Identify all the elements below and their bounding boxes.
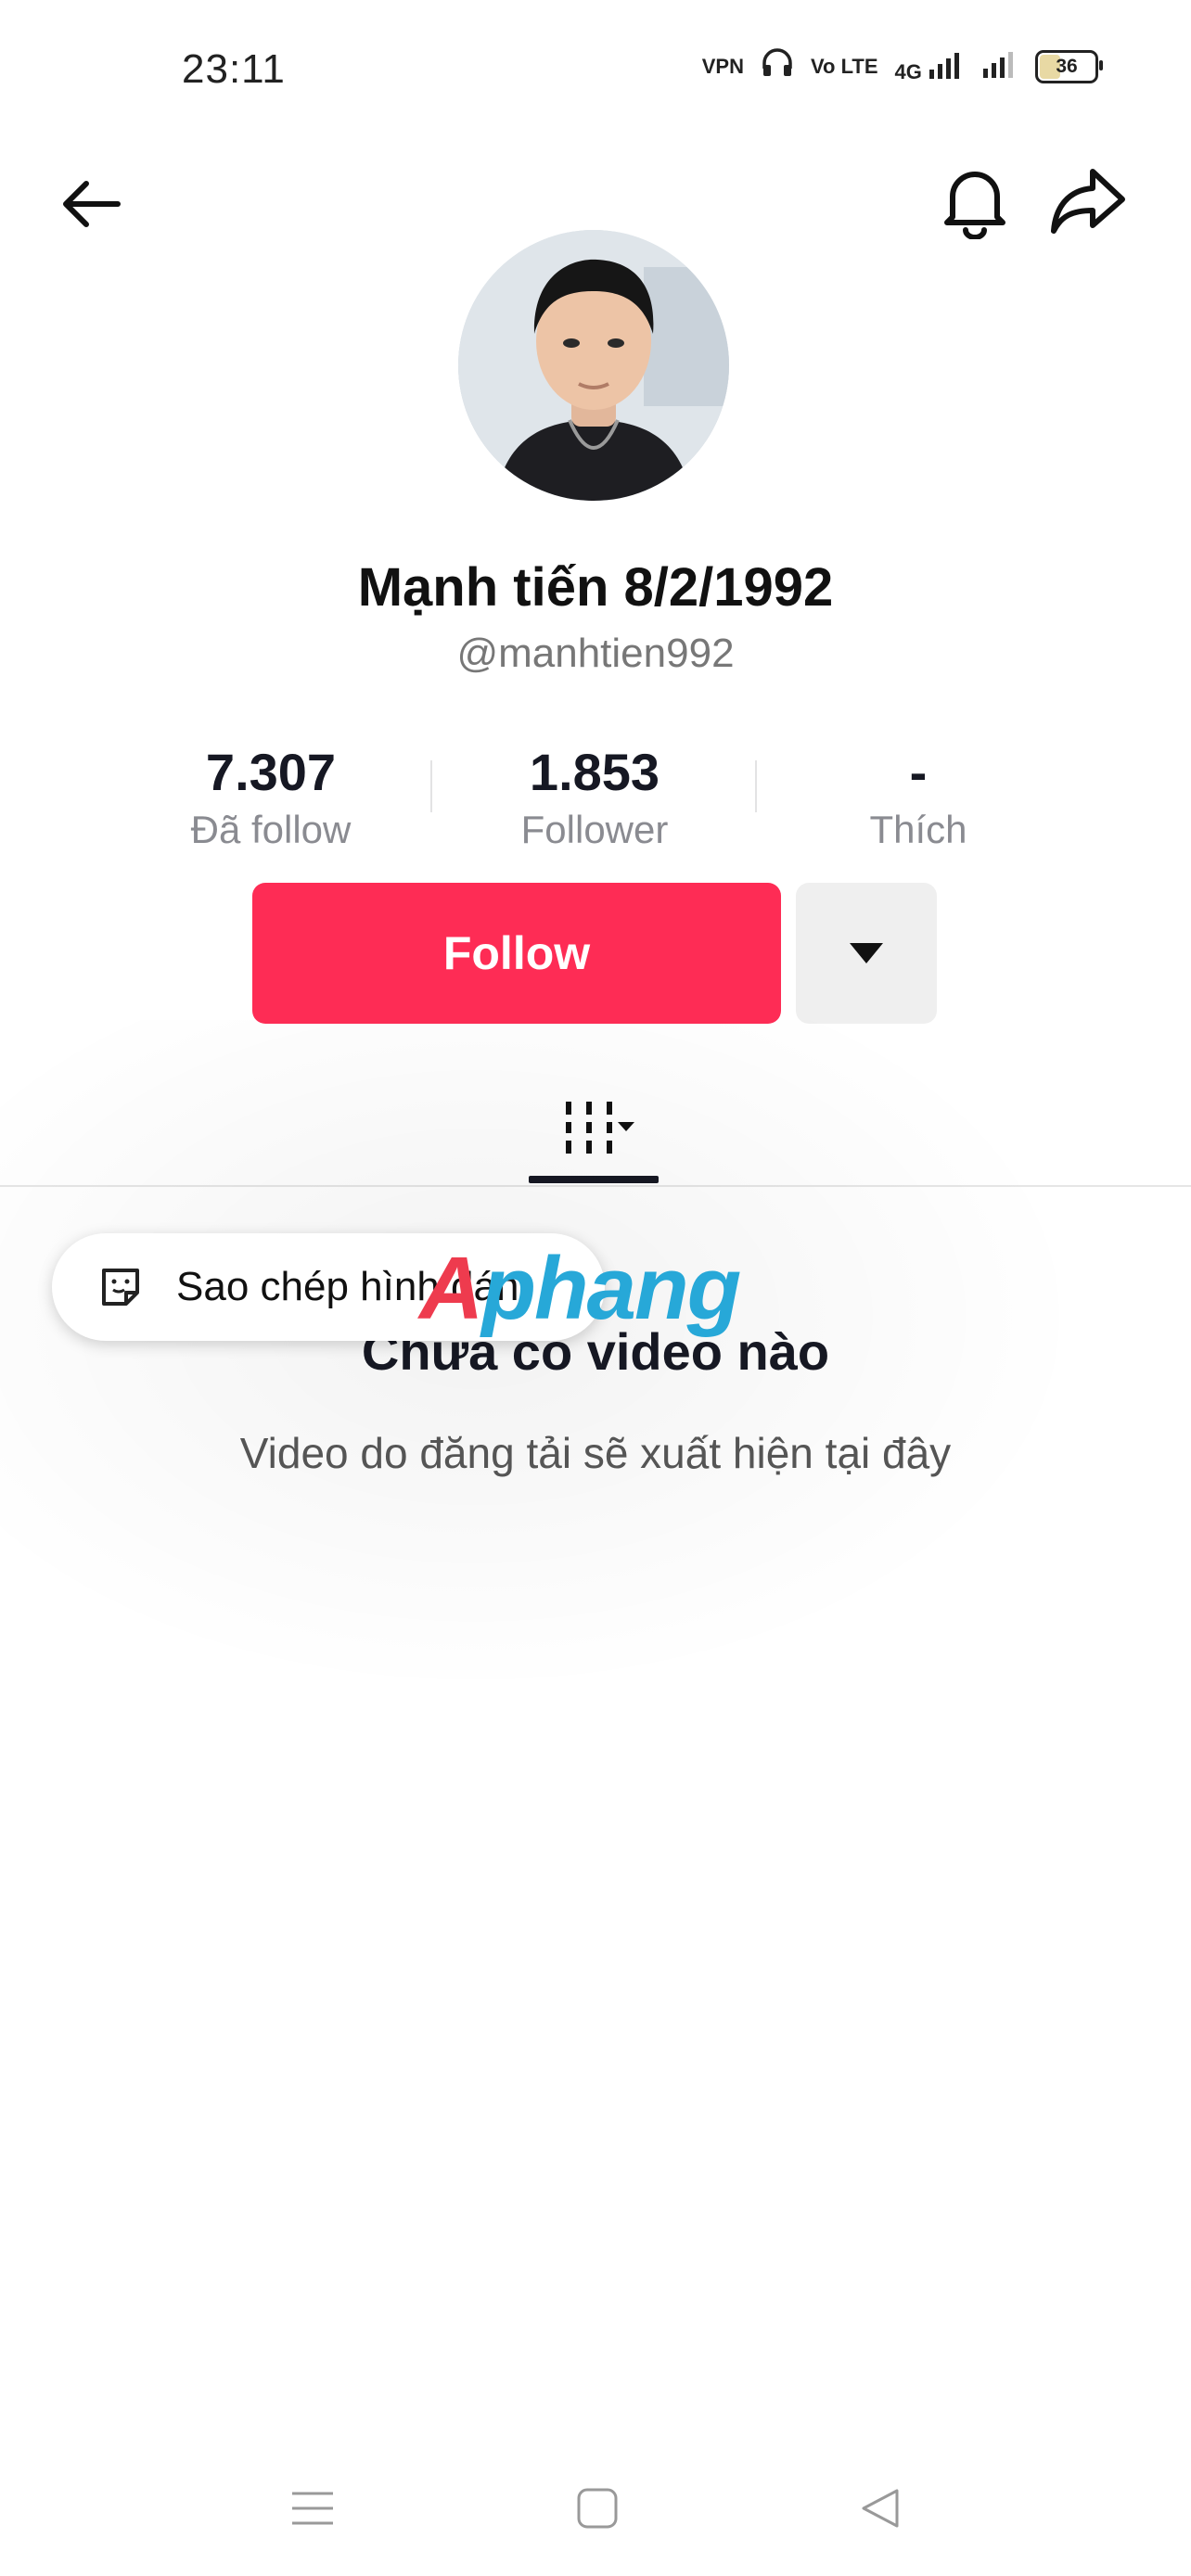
stat-likes-label: Thích bbox=[869, 808, 967, 851]
stat-divider bbox=[430, 760, 432, 812]
avatar[interactable] bbox=[458, 230, 729, 501]
battery-level: 36 bbox=[1056, 55, 1078, 77]
stat-followers[interactable]: 1.853 Follower bbox=[446, 742, 743, 852]
system-nav-bar bbox=[0, 2467, 1191, 2550]
stat-divider bbox=[755, 760, 757, 812]
watermark-part2: phang bbox=[481, 1239, 741, 1338]
headset-icon bbox=[761, 48, 794, 84]
share-icon[interactable] bbox=[1044, 159, 1132, 243]
status-icons: VPN Vo LTE 4G 36 bbox=[701, 48, 1103, 84]
network-type-label: 4G bbox=[894, 59, 922, 83]
vpn-icon: VPN bbox=[701, 54, 744, 78]
follow-button[interactable]: Follow bbox=[252, 883, 781, 1024]
empty-state-subtitle: Video do đăng tải sẽ xuất hiện tại đây bbox=[239, 1429, 952, 1477]
battery-icon: 36 bbox=[1035, 49, 1103, 83]
home-icon[interactable] bbox=[576, 2487, 619, 2530]
suggested-accounts-button[interactable] bbox=[796, 883, 937, 1024]
stat-followers-label: Follower bbox=[520, 808, 669, 851]
tab-videos[interactable] bbox=[529, 1076, 659, 1178]
tab-divider bbox=[0, 1185, 1191, 1187]
arrow-left-icon[interactable] bbox=[54, 167, 128, 241]
bell-icon[interactable] bbox=[933, 159, 1017, 243]
tab-active-indicator bbox=[529, 1176, 659, 1183]
signal-icon bbox=[981, 50, 1018, 83]
stat-following-value: 7.307 bbox=[205, 743, 337, 801]
stat-following[interactable]: 7.307 Đã follow bbox=[122, 742, 419, 852]
watermark-logo: Aphang bbox=[419, 1238, 741, 1340]
4g-signal-icon: 4G bbox=[895, 51, 965, 83]
username: @manhtien992 bbox=[456, 631, 735, 676]
grid-videos-icon bbox=[566, 1102, 634, 1154]
sticker-icon bbox=[102, 1269, 139, 1306]
status-time: 23:11 bbox=[182, 46, 286, 92]
stat-likes-value: - bbox=[909, 743, 928, 801]
back-nav-icon[interactable] bbox=[860, 2487, 901, 2530]
display-name: Mạnh tiến 8/2/1992 bbox=[357, 557, 834, 618]
stat-followers-value: 1.853 bbox=[529, 743, 660, 801]
stat-following-label: Đã follow bbox=[190, 808, 352, 851]
stat-likes[interactable]: - Thích bbox=[770, 742, 1067, 852]
watermark-part1: A bbox=[419, 1239, 483, 1338]
menu-icon[interactable] bbox=[290, 2490, 335, 2527]
volte-icon: Vo LTE bbox=[811, 54, 878, 78]
caret-down-icon bbox=[850, 943, 883, 963]
